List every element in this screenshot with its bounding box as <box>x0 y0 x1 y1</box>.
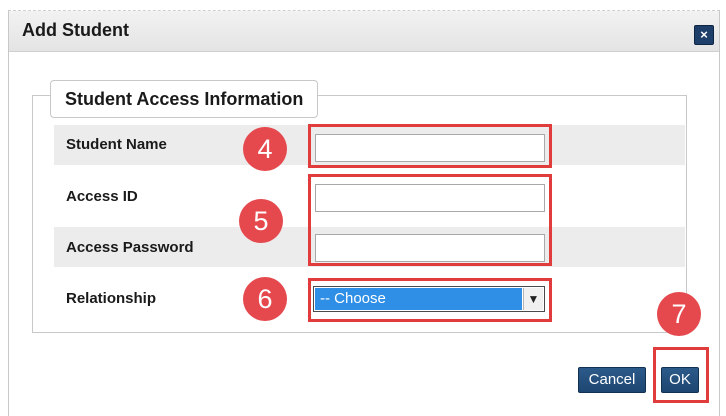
callout-box-access-credentials <box>308 174 552 266</box>
student-name-label: Student Name <box>66 136 167 153</box>
callout-badge-6: 6 <box>243 277 287 321</box>
callout-badge-4: 4 <box>243 127 287 171</box>
section-legend: Student Access Information <box>50 80 319 118</box>
access-password-label: Access Password <box>66 239 194 256</box>
close-icon[interactable]: × <box>694 25 714 45</box>
callout-badge-7: 7 <box>657 292 701 336</box>
access-id-label: Access ID <box>66 188 138 205</box>
dialog-title: Add Student <box>22 20 129 40</box>
relationship-label: Relationship <box>66 290 157 307</box>
callout-badge-5: 5 <box>239 199 283 243</box>
callout-box-relationship <box>308 278 552 322</box>
dialog-titlebar: Add Student × <box>9 11 719 52</box>
ok-button[interactable]: OK <box>661 367 699 393</box>
callout-box-student-name <box>308 124 552 168</box>
cancel-button[interactable]: Cancel <box>578 367 646 393</box>
